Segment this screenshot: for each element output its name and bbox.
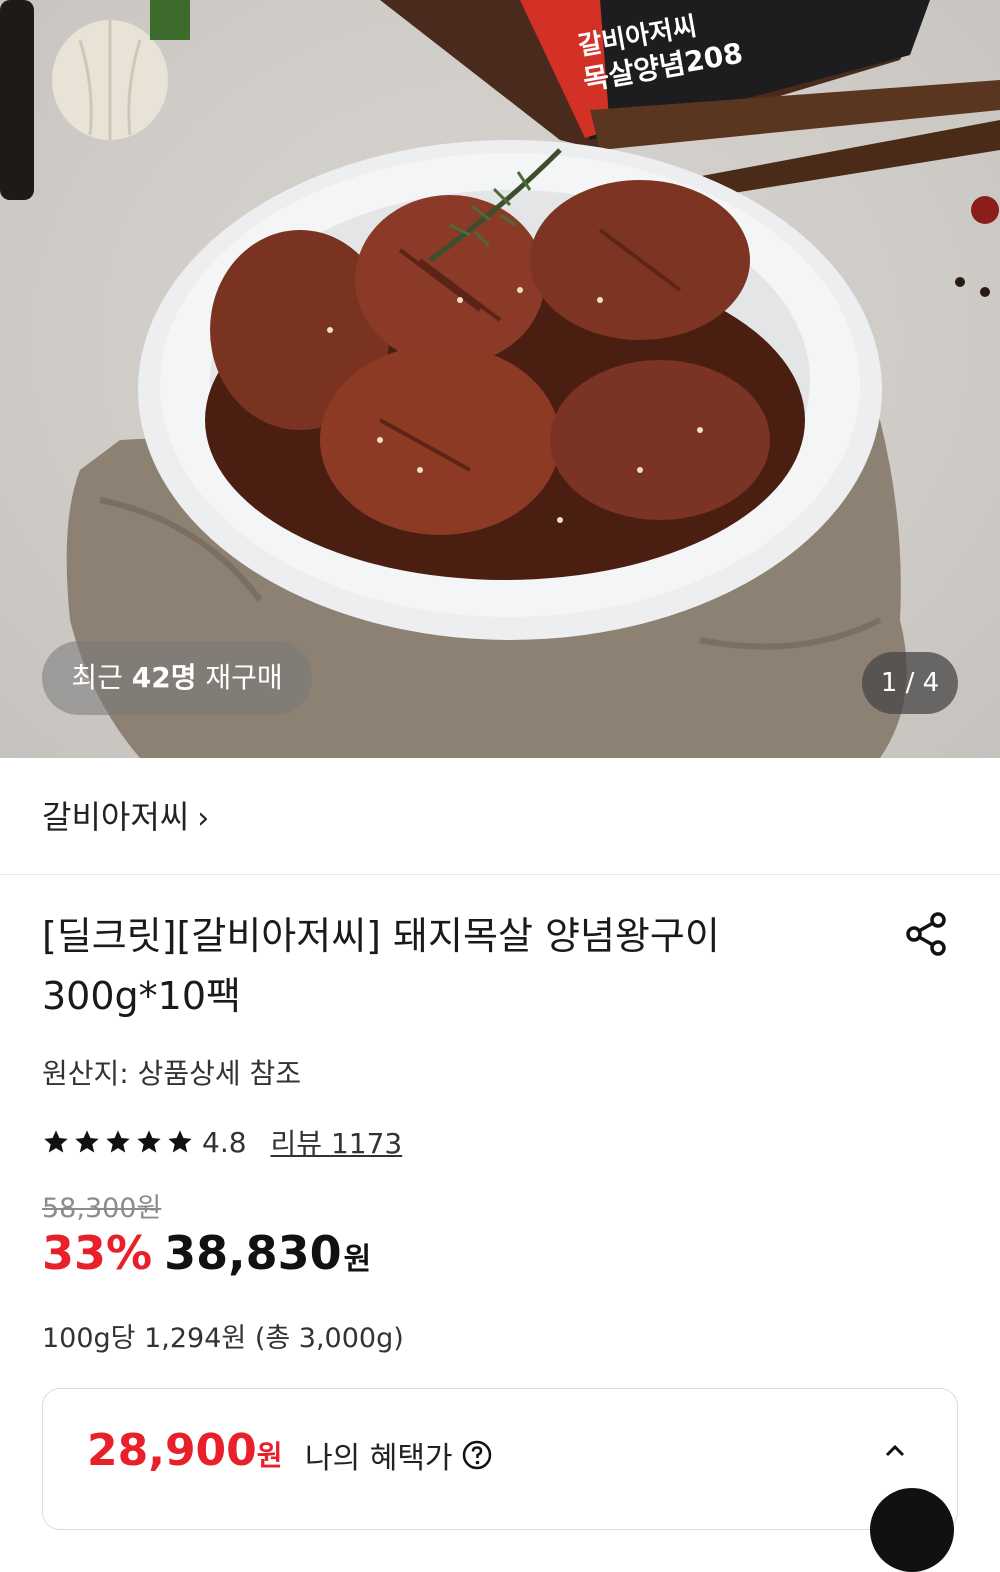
original-price: 58,300원 [42, 1193, 162, 1224]
star-icon [44, 1130, 68, 1153]
star-icon [106, 1130, 130, 1153]
product-title: [딜크릿][갈비아저씨] 돼지목살 양념왕구이 300g*10팩 [42, 906, 842, 1026]
brand-name: 갈비아저씨 [42, 798, 190, 836]
brand-link[interactable]: 갈비아저씨 › [42, 792, 209, 838]
price-row: 33% 38,830 원 [42, 1226, 371, 1280]
brand-row[interactable]: 갈비아저씨 › [0, 758, 1000, 875]
origin-info: 원산지: 상품상세 참조 [42, 1057, 302, 1090]
image-page-indicator: 1 / 4 [862, 652, 958, 714]
product-title-line2: 300g*10팩 [42, 974, 241, 1018]
repurchase-suffix: 재구매 [205, 661, 283, 694]
repurchase-count: 42명 [131, 661, 197, 694]
share-icon[interactable] [902, 910, 950, 958]
product-image-gallery[interactable]: 갈비아저씨 목살양념208 최근 42명 재구매 1 / 4 [0, 0, 1000, 758]
star-icon [168, 1130, 192, 1153]
benefit-label: 나의 혜택가 [305, 1433, 493, 1477]
price-unit: 원 [343, 1242, 372, 1277]
rating-stars [42, 1128, 194, 1156]
review-link[interactable]: 리뷰 1173 [271, 1122, 403, 1162]
chevron-up-icon[interactable] [881, 1437, 909, 1465]
question-circle-icon[interactable] [461, 1439, 493, 1471]
repurchase-prefix: 최근 [71, 661, 123, 694]
product-title-line1: [딜크릿][갈비아저씨] 돼지목살 양념왕구이 [42, 914, 720, 958]
chevron-right-icon: › [197, 801, 210, 836]
discount-rate: 33% [42, 1226, 153, 1280]
benefit-price-unit: 원 [256, 1439, 283, 1472]
rating-score: 4.8 [202, 1125, 247, 1159]
sale-price: 38,830 [164, 1226, 342, 1280]
star-icon [75, 1130, 99, 1153]
star-icon [137, 1130, 161, 1153]
repurchase-badge: 최근 42명 재구매 [42, 641, 312, 715]
rating-row: 4.8 리뷰 1173 [42, 1122, 402, 1162]
benefit-label-text: 나의 혜택가 [305, 1441, 453, 1476]
benefit-price-value: 28,900 [87, 1425, 257, 1476]
unit-price: 100g당 1,294원 (총 3,000g) [42, 1323, 404, 1354]
floating-action-button[interactable] [870, 1488, 954, 1572]
benefit-price: 28,900원 [87, 1425, 283, 1476]
